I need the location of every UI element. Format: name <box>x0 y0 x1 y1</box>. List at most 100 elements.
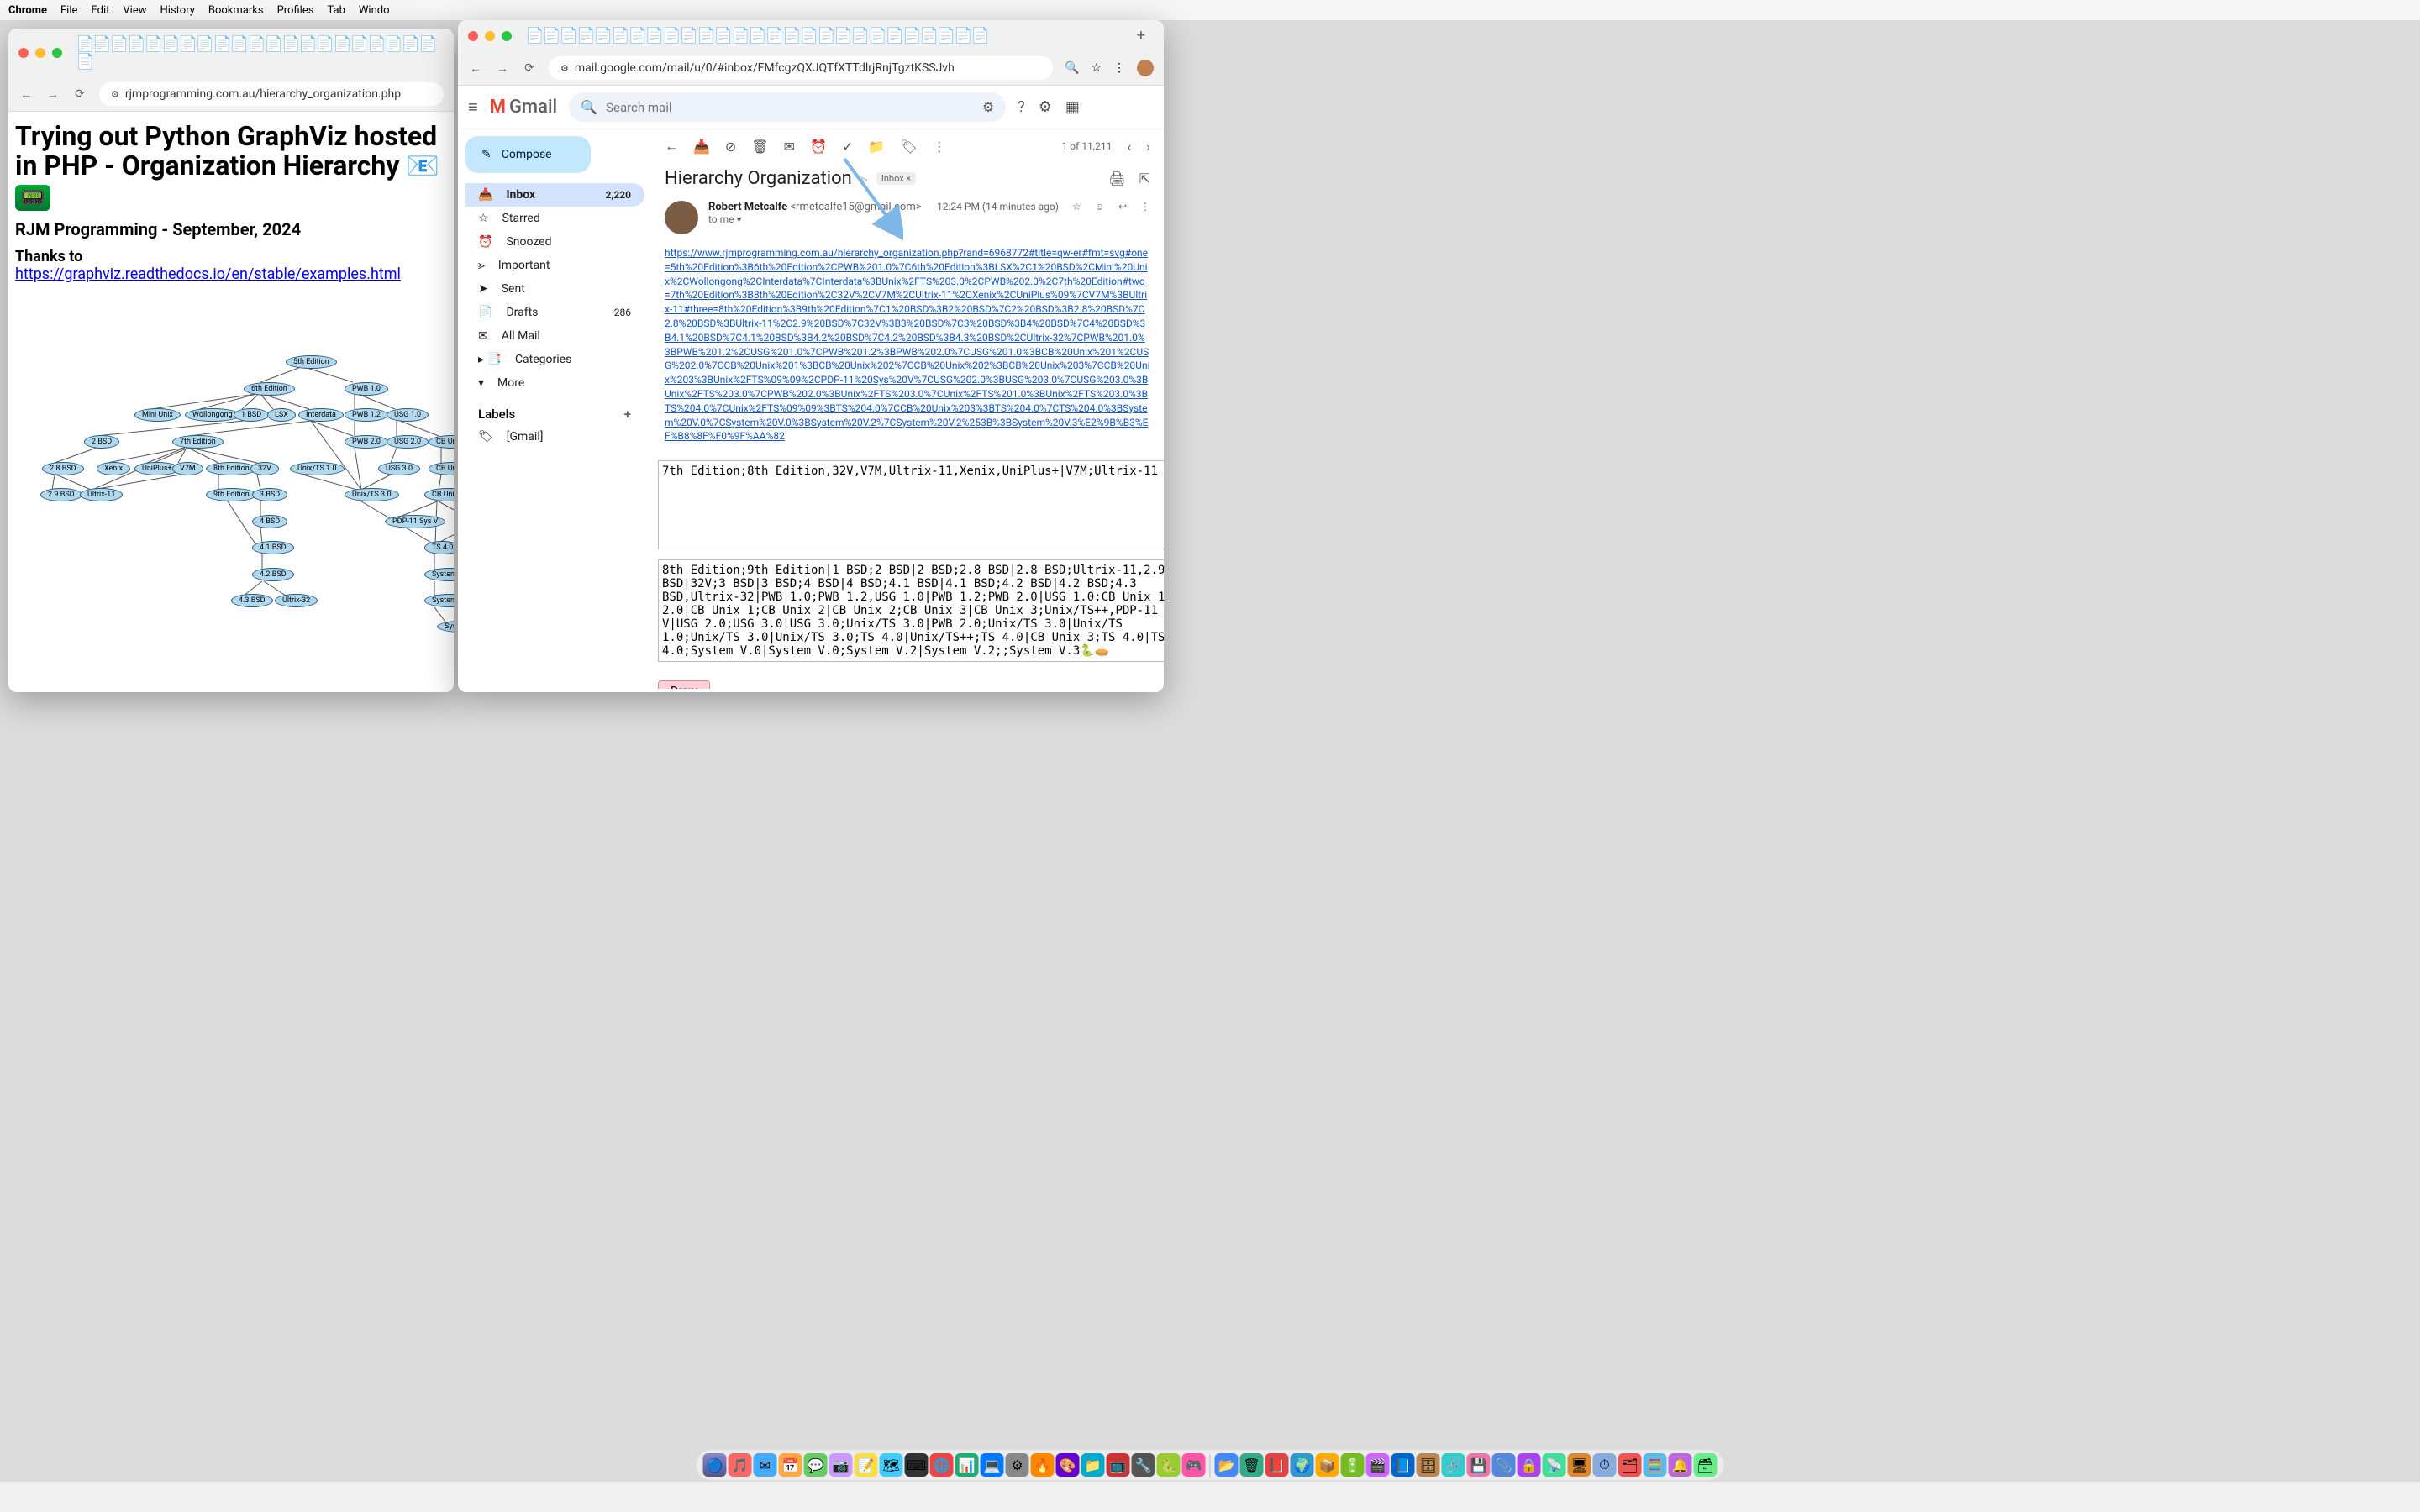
mark-unread-icon[interactable]: ✉ <box>784 139 795 155</box>
minimize-icon[interactable] <box>485 31 495 41</box>
reload-icon[interactable]: ⟳ <box>72 87 87 101</box>
menu-edit[interactable]: Edit <box>91 4 109 17</box>
dock-app[interactable]: 🔗 <box>1442 1453 1465 1477</box>
dock-app[interactable]: 📊 <box>955 1453 979 1477</box>
popout-icon[interactable]: ⇱ <box>1139 171 1150 186</box>
forward-icon[interactable]: → <box>45 87 60 102</box>
back-icon[interactable]: ← <box>468 61 483 76</box>
dock-app[interactable]: 🧮 <box>1644 1453 1667 1477</box>
search-options-icon[interactable]: ⚙ <box>982 99 994 115</box>
dock-app[interactable]: ⏱ <box>1593 1453 1617 1477</box>
dock-app[interactable]: 📡 <box>1543 1453 1566 1477</box>
tab-icons[interactable]: 📄📄📄📄📄📄📄📄📄📄📄📄📄📄📄📄📄📄📄📄📄📄📄📄📄📄📄 <box>525 27 988 45</box>
more-actions-icon[interactable]: ⋮ <box>1140 201 1150 213</box>
more-icon[interactable]: ⋮ <box>933 139 946 155</box>
important-marker-icon[interactable]: ⪢ <box>860 171 868 187</box>
bookmark-star-icon[interactable]: ☆ <box>1091 61 1102 75</box>
dock-app[interactable]: 🗃 <box>1694 1453 1718 1477</box>
url-field[interactable]: ⚙ mail.google.com/mail/u/0/#inbox/FMfcgz… <box>549 56 1053 80</box>
menu-tab[interactable]: Tab <box>327 4 345 17</box>
settings-gear-icon[interactable]: ⚙ <box>1039 98 1052 116</box>
dock-app[interactable]: 📷 <box>829 1453 853 1477</box>
dock-app[interactable]: 🗂 <box>1618 1453 1642 1477</box>
back-icon[interactable]: ← <box>18 87 34 102</box>
thanks-link[interactable]: https://graphviz.readthedocs.io/en/stabl… <box>15 265 401 283</box>
menu-history[interactable]: History <box>160 4 195 17</box>
close-icon[interactable] <box>18 48 29 58</box>
tab-icons[interactable]: 📄📄📄📄📄📄📄📄📄📄📄📄📄📄📄📄📄📄📄📄📄📄 <box>76 35 444 71</box>
report-spam-icon[interactable]: ⊘ <box>725 139 736 155</box>
dock-app[interactable]: ✉ <box>754 1453 777 1477</box>
dock-app[interactable]: 🎮 <box>1182 1453 1206 1477</box>
sidebar-item-categories[interactable]: ▸ 📑Categories <box>465 348 644 371</box>
reload-icon[interactable]: ⟳ <box>522 61 537 75</box>
sidebar-item-drafts[interactable]: 📄Drafts286 <box>465 301 644 324</box>
menu-file[interactable]: File <box>60 4 77 17</box>
dock-app[interactable]: 🔵 <box>703 1453 727 1477</box>
dock-app[interactable]: 📕 <box>1265 1453 1289 1477</box>
print-icon[interactable]: 🖨 <box>1108 171 1125 186</box>
dock-app[interactable]: 🔔 <box>1669 1453 1692 1477</box>
dock-app[interactable]: 🗑 <box>1240 1453 1264 1477</box>
compose-button[interactable]: ✎ Compose <box>465 136 591 173</box>
dock-app[interactable]: 📝 <box>855 1453 878 1477</box>
profile-avatar[interactable] <box>1137 60 1154 76</box>
dock-app[interactable]: 🐍 <box>1157 1453 1181 1477</box>
labels-icon[interactable]: 🏷 <box>900 139 917 155</box>
dock-app[interactable]: 💾 <box>1467 1453 1491 1477</box>
label-item-gmail[interactable]: 🏷 [Gmail] <box>465 425 644 449</box>
dock-app[interactable]: 📁 <box>1081 1453 1105 1477</box>
hamburger-icon[interactable]: ≡ <box>468 97 478 118</box>
menu-window[interactable]: Windo <box>359 4 390 17</box>
dock-app[interactable]: 🌐 <box>930 1453 954 1477</box>
sidebar-item-sent[interactable]: ➤Sent <box>465 277 644 301</box>
extensions-icon[interactable]: ⋮ <box>1113 61 1125 75</box>
move-to-icon[interactable]: 📁 <box>868 139 885 155</box>
search-mail[interactable]: 🔍 ⚙ <box>569 92 1006 122</box>
dock-app[interactable]: 🔒 <box>1518 1453 1541 1477</box>
archive-icon[interactable]: 📥 <box>693 139 710 155</box>
subject-label-chip[interactable]: Inbox × <box>876 172 916 185</box>
dock-app[interactable]: ⌨ <box>905 1453 929 1477</box>
dock-app[interactable]: 🖥 <box>1568 1453 1591 1477</box>
sender-avatar[interactable] <box>665 201 698 234</box>
apps-grid-icon[interactable]: ▦ <box>1065 98 1080 116</box>
zoom-icon[interactable] <box>502 31 512 41</box>
add-task-icon[interactable]: ✓ <box>842 139 853 155</box>
menu-view[interactable]: View <box>123 4 146 17</box>
dock-app[interactable]: 💬 <box>804 1453 828 1477</box>
sidebar-item-important[interactable]: ⪢Important <box>465 254 644 277</box>
hierarchy-textarea-three[interactable] <box>658 559 1164 662</box>
close-icon[interactable] <box>468 31 478 41</box>
add-label-icon[interactable]: + <box>624 407 631 422</box>
menu-profiles[interactable]: Profiles <box>277 4 314 17</box>
dock-app[interactable]: 🗄 <box>1417 1453 1440 1477</box>
prev-message-icon[interactable]: ‹ <box>1127 139 1131 155</box>
delete-icon[interactable]: 🗑 <box>751 139 768 155</box>
dock-app[interactable]: 🗺 <box>880 1453 903 1477</box>
dock-app[interactable]: 📎 <box>1492 1453 1516 1477</box>
star-icon[interactable]: ☆ <box>1072 201 1081 213</box>
dock-app[interactable]: 📦 <box>1316 1453 1339 1477</box>
menu-bookmarks[interactable]: Bookmarks <box>208 4 264 17</box>
gmail-logo[interactable]: M Gmail <box>490 97 558 118</box>
dock-app[interactable]: 🔧 <box>1132 1453 1155 1477</box>
dock-app[interactable]: 🌍 <box>1291 1453 1314 1477</box>
sidebar-item-more[interactable]: ▾More <box>465 371 644 395</box>
dock-app[interactable]: 📘 <box>1392 1453 1415 1477</box>
search-input[interactable] <box>606 100 974 115</box>
react-icon[interactable]: ☺ <box>1095 201 1105 213</box>
body-hyperlink[interactable]: https://www.rjmprogramming.com.au/hierar… <box>665 247 1150 442</box>
zoom-icon[interactable] <box>52 48 62 58</box>
draw-button[interactable]: Draw <box>658 680 710 689</box>
sidebar-item-starred[interactable]: ☆Starred <box>465 207 644 230</box>
url-field[interactable]: ⚙ rjmprogramming.com.au/hierarchy_organi… <box>99 82 444 106</box>
dock-app[interactable]: 💻 <box>981 1453 1004 1477</box>
dock-app[interactable]: 📂 <box>1215 1453 1239 1477</box>
dock-app[interactable]: 🔥 <box>1031 1453 1055 1477</box>
sidebar-item-snoozed[interactable]: ⏰Snoozed <box>465 230 644 254</box>
recipient-line[interactable]: to me ▾ <box>708 213 927 225</box>
new-tab-button[interactable]: + <box>1128 27 1154 45</box>
hierarchy-textarea-two[interactable] <box>658 460 1164 549</box>
help-icon[interactable]: ? <box>1018 98 1025 116</box>
